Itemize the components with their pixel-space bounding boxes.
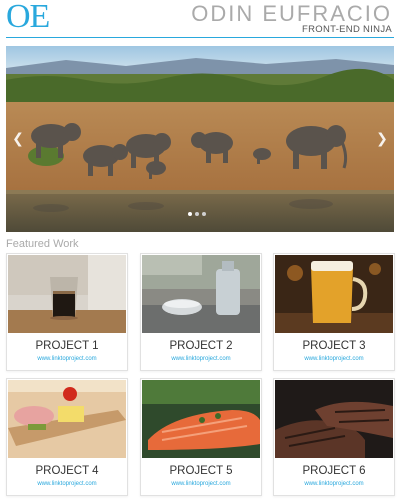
- project-link[interactable]: www.linktoproject.com: [141, 356, 261, 362]
- project-title: PROJECT 4: [35, 465, 99, 477]
- hero-carousel[interactable]: ❮ ❯: [6, 46, 394, 232]
- project-card-3[interactable]: PROJECT 3 www.linktoproject.com: [273, 253, 395, 371]
- project-link[interactable]: www.linktoproject.com: [141, 481, 261, 487]
- project-card-2[interactable]: PROJECT 2 www.linktoproject.com: [140, 253, 262, 371]
- hero-image-elephants: [6, 46, 394, 232]
- chevron-left-icon[interactable]: ❮: [8, 128, 28, 148]
- carousel-dot[interactable]: [202, 212, 206, 216]
- section-heading: Featured Work: [6, 238, 79, 250]
- chevron-right-icon[interactable]: ❯: [372, 128, 392, 148]
- carousel-indicators: [188, 212, 206, 216]
- carousel-dot[interactable]: [188, 212, 192, 216]
- logo[interactable]: OE: [6, 0, 50, 36]
- header-divider: [6, 37, 394, 38]
- project-card-6[interactable]: PROJECT 6 www.linktoproject.com: [273, 378, 395, 496]
- project-link[interactable]: www.linktoproject.com: [274, 481, 394, 487]
- project-link[interactable]: www.linktoproject.com: [7, 356, 127, 362]
- project-title: PROJECT 6: [302, 465, 366, 477]
- project-card-5[interactable]: PROJECT 5 www.linktoproject.com: [140, 378, 262, 496]
- site-header: OE ODIN EUFRACIO FRONT-END NINJA: [0, 0, 400, 40]
- project-thumbnail: [275, 380, 393, 458]
- project-thumbnail: [142, 380, 260, 458]
- project-thumbnail: [8, 255, 126, 333]
- project-card-1[interactable]: PROJECT 1 www.linktoproject.com: [6, 253, 128, 371]
- tagline: FRONT-END NINJA: [302, 24, 392, 35]
- project-title: PROJECT 1: [35, 340, 99, 352]
- project-link[interactable]: www.linktoproject.com: [7, 481, 127, 487]
- project-title: PROJECT 5: [169, 465, 233, 477]
- project-thumbnail: [275, 255, 393, 333]
- project-title: PROJECT 3: [302, 340, 366, 352]
- project-link[interactable]: www.linktoproject.com: [274, 356, 394, 362]
- carousel-dot[interactable]: [195, 212, 199, 216]
- project-title: PROJECT 2: [169, 340, 233, 352]
- project-thumbnail: [142, 255, 260, 333]
- project-thumbnail: [8, 380, 126, 458]
- project-card-4[interactable]: PROJECT 4 www.linktoproject.com: [6, 378, 128, 496]
